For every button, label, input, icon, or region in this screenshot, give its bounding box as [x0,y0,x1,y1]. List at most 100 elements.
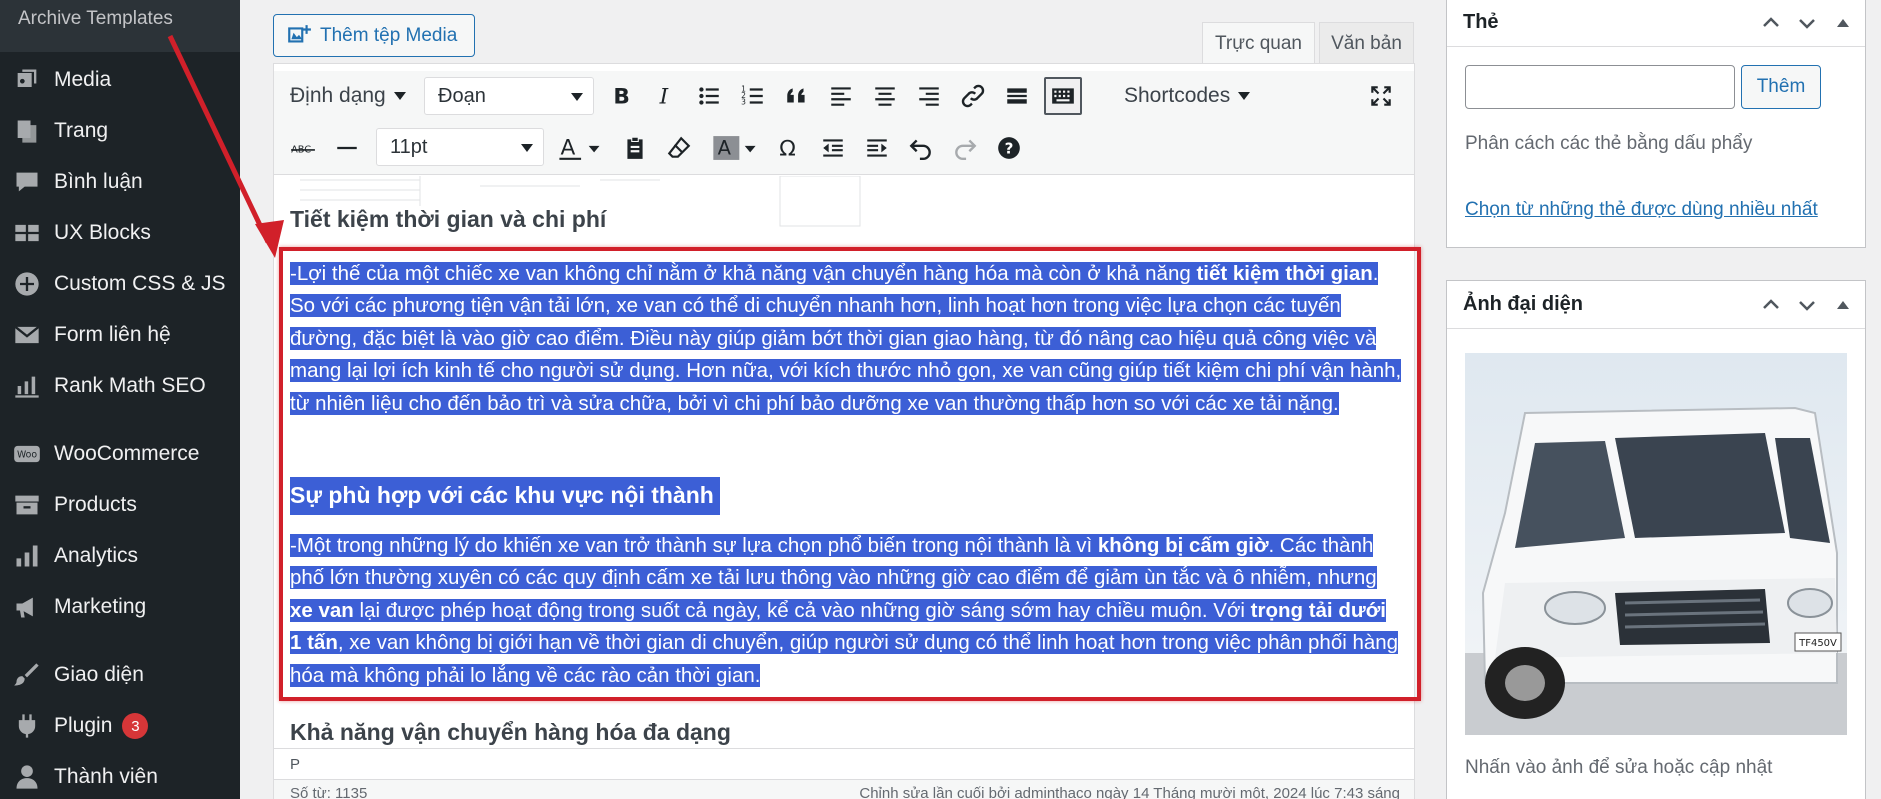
choose-popular-tags-link[interactable]: Chọn từ những thẻ được dùng nhiều nhất [1465,199,1818,221]
fullscreen-button[interactable] [1364,81,1398,111]
align-left-button[interactable] [824,81,858,111]
highlight-color-icon: A [713,136,756,160]
sidebar-item-label: UX Blocks [54,221,151,244]
outdent-icon [823,139,843,157]
word-count: Số từ: 1135 [290,785,368,799]
tags-panel: Thẻ Thêm Phân cách các thẻ bằng dấu phẩy… [1446,0,1866,248]
indent-icon [867,139,887,157]
sidebar-item-plugins[interactable]: Plugin 3 [0,703,240,749]
sidebar-item-analytics[interactable]: Analytics [0,533,240,579]
sidebar-item-contact-form[interactable]: Form liên hệ [0,312,240,358]
tag-hint: Phân cách các thẻ bằng dấu phẩy [1465,133,1753,154]
heading-cargo-capacity: Khả năng vận chuyển hàng hóa đa dạng [290,719,731,745]
sidebar-item-ux-blocks[interactable]: UX Blocks [0,210,240,256]
paste-as-text-button[interactable] [618,133,652,163]
outdent-button[interactable] [816,133,850,163]
editor-toolbar-row-2: ABC 11pt A A Ω ? [274,121,1414,175]
heading-savings: Tiết kiệm thời gian và chi phí [290,206,607,232]
sidebar-item-label: Thành viên [54,765,158,788]
sidebar-item-label: Bình luận [54,170,143,193]
indent-button[interactable] [860,133,894,163]
editor-toolbar-row-1: Định dạng Đoạn B I 123 Shortcodes [274,71,1414,121]
bar-chart-icon [12,541,42,571]
van-photo: TF450V [1465,353,1847,735]
comment-icon [12,167,42,197]
redo-button[interactable] [948,133,982,163]
read-more-icon [1007,88,1027,104]
shortcodes-button[interactable]: Shortcodes [1124,81,1251,111]
chevron-up-icon[interactable] [1759,293,1783,317]
read-more-button[interactable] [1000,81,1034,111]
help-button[interactable]: ? [992,133,1026,163]
bold-button[interactable]: B [604,81,638,111]
clear-formatting-button[interactable] [662,133,696,163]
blockquote-button[interactable] [780,81,814,111]
sidebar-item-media[interactable]: Media [0,57,240,103]
chevron-down-icon[interactable] [1795,293,1819,317]
featured-image[interactable]: TF450V [1465,353,1847,735]
redo-icon [955,139,977,161]
sidebar-item-appearance[interactable]: Giao diện [0,652,240,698]
block-format-select[interactable]: Đoạn [424,77,594,115]
quote-icon [787,88,805,103]
tab-text[interactable]: Văn bản [1319,22,1414,64]
sidebar-item-label: Giao diện [54,663,144,686]
text-color-button[interactable]: A [554,133,606,163]
strikethrough-icon: ABC [291,144,315,155]
update-count-badge: 3 [122,713,149,739]
tags-panel-header: Thẻ [1447,0,1865,47]
toolbar-toggle-button[interactable] [1044,77,1082,115]
align-center-button[interactable] [868,81,902,111]
undo-button[interactable] [904,133,938,163]
sidebar-item-rank-math[interactable]: Rank Math SEO [0,363,240,409]
special-character-button[interactable]: Ω [772,133,806,163]
mail-icon [12,320,42,350]
tag-input[interactable] [1465,65,1735,109]
sidebar-item-marketing[interactable]: Marketing [0,584,240,630]
svg-text:I: I [659,85,669,109]
sidebar-item-products[interactable]: Products [0,482,240,528]
tags-panel-title: Thẻ [1463,11,1499,33]
insert-link-button[interactable] [956,81,990,111]
bold-icon: B [613,85,630,109]
background-color-button[interactable]: A [706,133,764,163]
sidebar-item-custom-css-js[interactable]: Custom CSS & JS [0,261,240,307]
sidebar-item-users[interactable]: Thành viên [0,754,240,799]
collapse-triangle-icon[interactable] [1831,293,1855,317]
svg-text:Woo: Woo [17,450,37,461]
svg-text:TF450V: TF450V [1798,638,1837,649]
tab-visual[interactable]: Trực quan [1202,22,1315,64]
sidebar-item-comments[interactable]: Bình luận [0,159,240,205]
collapse-triangle-icon[interactable] [1831,11,1855,35]
horizontal-line-button[interactable] [330,133,364,163]
sidebar-item-pages[interactable]: Trang [0,108,240,154]
bullet-list-icon [699,87,719,105]
tab-text-label: Văn bản [1331,32,1402,54]
chevron-down-icon[interactable] [1795,11,1819,35]
last-edited-info: Chỉnh sửa lần cuối bởi adminthaco ngày 1… [859,785,1400,799]
sidebar-item-woocommerce[interactable]: Woo WooCommerce [0,431,240,477]
chevron-down-icon [571,93,583,101]
block-format-value: Đoạn [438,84,486,107]
add-media-button[interactable]: Thêm tệp Media [273,14,475,57]
add-media-icon [288,24,311,42]
font-size-select[interactable]: 11pt [376,128,544,166]
sidebar-item-label: Analytics [54,544,139,567]
strikethrough-button[interactable]: ABC [286,133,320,163]
add-tag-button[interactable]: Thêm [1741,65,1821,109]
editor-status-bar: Số từ: 1135 Chỉnh sửa lần cuối bởi admin… [274,779,1414,799]
italic-button[interactable]: I [648,81,682,111]
megaphone-icon [12,592,42,622]
svg-text:Ω: Ω [779,137,796,161]
align-right-button[interactable] [912,81,946,111]
page-icon [12,116,42,146]
chevron-up-icon[interactable] [1759,11,1783,35]
featured-image-panel-title: Ảnh đại diện [1463,293,1583,315]
featured-image-panel: Ảnh đại diện TF450V Nhấn vào ảnh để sửa … [1446,280,1866,799]
bullet-list-button[interactable] [692,81,726,111]
sidebar-item-archive-templates[interactable]: Archive Templates [0,0,240,52]
numbered-list-button[interactable]: 123 [736,81,770,111]
svg-text:?: ? [1005,139,1014,157]
horizontal-line-icon [337,146,357,150]
format-menu-button[interactable]: Định dạng [290,81,406,111]
